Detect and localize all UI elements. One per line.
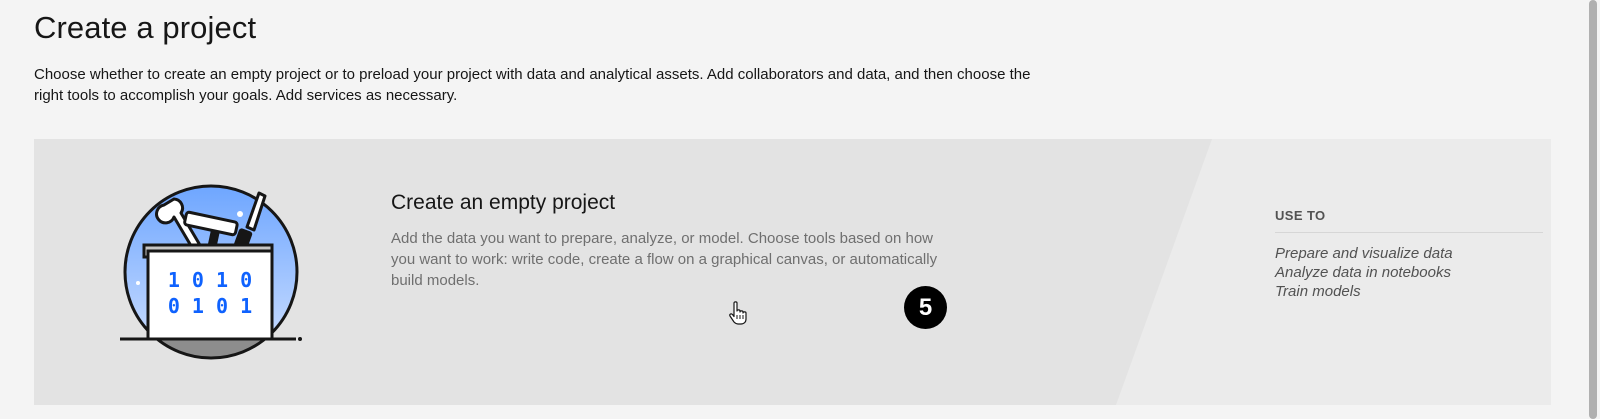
- page-description: Choose whether to create an empty projec…: [34, 66, 1031, 104]
- create-project-page: Create a project Choose whether to creat…: [0, 0, 1600, 419]
- scrollbar-thumb[interactable]: [1589, 0, 1597, 419]
- use-to-section: USE TO Prepare and visualize data Analyz…: [1275, 208, 1543, 301]
- use-to-item: Prepare and visualize data: [1275, 245, 1453, 262]
- step-number-badge: 5: [904, 286, 947, 329]
- toolbox-illustration: 1 0 1 0 0 1 0 1: [120, 184, 302, 360]
- use-to-heading: USE TO: [1275, 208, 1543, 233]
- binary-row-1: 1 0 1 0: [168, 268, 252, 292]
- use-to-list: Prepare and visualize data Analyze data …: [1275, 244, 1543, 301]
- use-to-item: Train models: [1275, 283, 1361, 300]
- create-empty-project-card[interactable]: 1 0 1 0 0 1 0 1 Create an empty project …: [34, 139, 1551, 405]
- card-description: Add the data you want to prepare, analyz…: [391, 230, 938, 289]
- use-to-item: Analyze data in notebooks: [1275, 264, 1451, 281]
- card-title[interactable]: Create an empty project: [391, 191, 615, 215]
- page-title: Create a project: [34, 10, 257, 45]
- vertical-scrollbar[interactable]: [1586, 0, 1600, 419]
- binary-row-2: 0 1 0 1: [168, 294, 252, 318]
- hand-cursor-icon: [729, 301, 747, 325]
